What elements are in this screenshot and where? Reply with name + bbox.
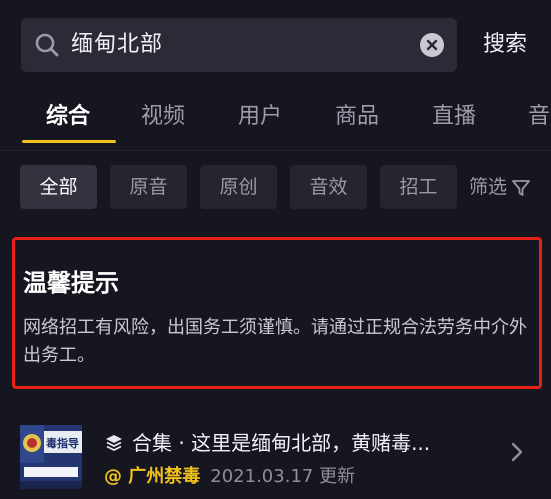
search-input[interactable]: 缅甸北部 (21, 18, 457, 72)
chip-all[interactable]: 全部 (20, 165, 97, 209)
close-icon (426, 39, 438, 51)
tab-live[interactable]: 直播 (432, 92, 476, 142)
chevron-right-icon[interactable] (508, 440, 526, 464)
search-icon (35, 33, 59, 57)
thumbnail-text: 毒指导 (46, 437, 79, 450)
result-meta: @ 广州禁毒 2021.03.17 更新 (104, 462, 355, 488)
tabs-divider (0, 150, 551, 151)
tab-users[interactable]: 用户 (238, 92, 282, 142)
clear-search-button[interactable] (420, 33, 444, 57)
warning-tip-box: 温馨提示 网络招工有风险，出国务工须谨慎。请通过正规合法劳务中介外出务工。 (12, 237, 542, 389)
filter-button[interactable]: 筛选 (469, 165, 531, 209)
chip-original[interactable]: 原创 (200, 165, 277, 209)
tip-body: 网络招工有风险，出国务工须谨慎。请通过正规合法劳务中介外出务工。 (23, 317, 527, 366)
chip-original-sound[interactable]: 原音 (110, 165, 187, 209)
tab-video[interactable]: 视频 (141, 92, 185, 142)
result-title[interactable]: 合集 · 这里是缅甸北部，黄赌毒... (104, 427, 430, 456)
collection-stack-icon (106, 435, 122, 452)
filter-label: 筛选 (469, 176, 508, 198)
tab-products[interactable]: 商品 (335, 92, 379, 142)
tip-title: 温馨提示 (23, 269, 119, 297)
search-query-text[interactable]: 缅甸北部 (71, 18, 163, 72)
active-tab-indicator (22, 140, 116, 143)
filter-funnel-icon (512, 179, 530, 196)
tab-comprehensive[interactable]: 综合 (46, 92, 90, 142)
result-item[interactable]: 毒指导 合集 · 这里是缅甸北部，黄赌毒... @ 广州禁毒 2021.03.17… (0, 410, 551, 499)
result-thumbnail: 毒指导 (20, 425, 82, 489)
search-row: 缅甸北部 搜索 (0, 0, 551, 92)
result-author[interactable]: @ 广州禁毒 (104, 466, 200, 487)
tab-music[interactable]: 音 (528, 92, 550, 142)
chip-recruitment[interactable]: 招工 (380, 165, 457, 209)
filter-chips: 全部 原音 原创 音效 招工 筛选 (0, 165, 551, 211)
category-tabs: 综合 视频 用户 商品 直播 音 (0, 92, 551, 150)
search-button[interactable]: 搜索 (483, 18, 527, 72)
chip-sound-effect[interactable]: 音效 (290, 165, 367, 209)
result-title-text: 合集 · 这里是缅甸北部，黄赌毒... (132, 431, 431, 455)
result-date: 2021.03.17 更新 (210, 466, 356, 487)
